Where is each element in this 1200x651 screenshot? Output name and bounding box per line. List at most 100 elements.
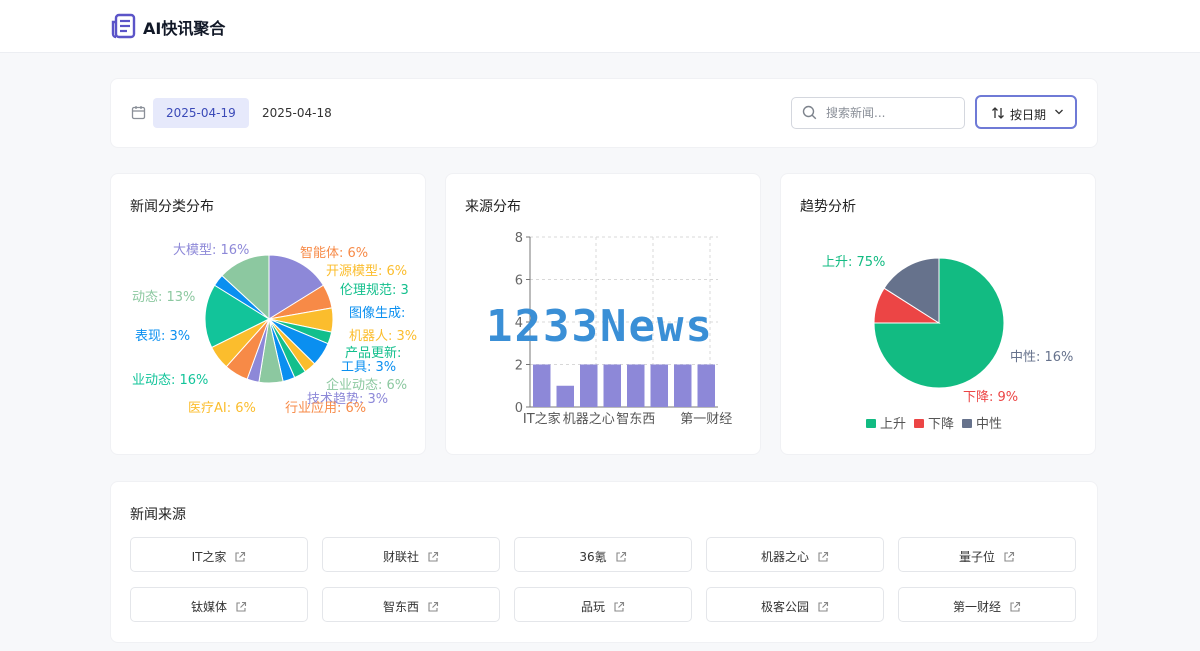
- trend-pie-label: 上升: 75%: [822, 255, 885, 270]
- source-bar: [603, 364, 621, 407]
- trend-panel: 趋势分析 上升: 75% 下降: 9% 中性: 16% 上升 下降 中性: [780, 173, 1096, 455]
- category-pie-label: 机器人: 3%: [349, 329, 417, 344]
- source-link-row: 钛媒体: [131, 598, 307, 615]
- source-link-button[interactable]: 量子位: [898, 537, 1076, 572]
- sort-arrows-icon: [992, 107, 1004, 119]
- source-link-button[interactable]: 财联社: [322, 537, 500, 572]
- category-pie-label: 工具: 3%: [341, 360, 396, 375]
- y-tick-label: 2: [515, 359, 523, 374]
- source-link-label: 财联社: [382, 550, 419, 564]
- source-link-label: 钛媒体: [190, 600, 227, 614]
- y-tick-label: 0: [515, 401, 523, 416]
- sort-dropdown-button[interactable]: 按日期: [975, 95, 1077, 129]
- y-tick-label: 8: [515, 231, 523, 246]
- source-link-button[interactable]: 机器之心: [706, 537, 884, 572]
- source-link-label: 智东西: [382, 600, 419, 614]
- source-bar: [697, 364, 715, 407]
- category-pie-label: 医疗AI: 6%: [188, 401, 256, 416]
- calendar-icon: [131, 106, 146, 120]
- search-input[interactable]: [824, 98, 958, 128]
- sort-label: 按日期: [1010, 108, 1047, 122]
- source-bar: [580, 364, 598, 407]
- category-pie-label: 产品更新:: [345, 345, 401, 361]
- legend-label: 中性: [976, 417, 1002, 432]
- category-pie-label: 企业动态: 6%: [326, 377, 407, 393]
- trend-pie-chart: 上升: 75% 下降: 9% 中性: 16% 上升 下降 中性: [822, 255, 1073, 432]
- category-pie-label: 智能体: 6%: [300, 246, 368, 261]
- source-bar: [674, 364, 692, 407]
- source-link-label: 机器之心: [760, 550, 809, 564]
- source-link-row: 财联社: [323, 548, 499, 565]
- source-bar: [627, 364, 645, 407]
- trend-pie-label: 下降: 9%: [963, 390, 1018, 405]
- legend-label: 上升: [880, 417, 906, 432]
- search-box[interactable]: [791, 97, 965, 129]
- date-tab[interactable]: 2025-04-18: [249, 98, 345, 128]
- legend-label: 下降: [928, 417, 954, 432]
- external-link-icon: [818, 551, 829, 562]
- source-link-label: 36氪: [579, 550, 607, 564]
- source-link-row: 机器之心: [707, 548, 883, 565]
- external-link-icon: [235, 551, 246, 562]
- category-pie-label: 动态: 13%: [132, 290, 195, 305]
- external-link-icon: [428, 551, 439, 562]
- watermark: 1233News: [486, 301, 714, 352]
- source-bar: [533, 364, 551, 407]
- toolbar-card: 2025-04-19 2025-04-18 按日期: [110, 78, 1098, 148]
- source-link-row: 量子位: [899, 548, 1075, 565]
- x-tick-label: 第一财经: [680, 412, 732, 427]
- source-bar: [650, 364, 668, 407]
- source-link-button[interactable]: 36氪: [514, 537, 692, 572]
- category-pie-label: 业动态: 16%: [132, 373, 208, 388]
- category-pie-label: 图像生成:: [349, 306, 405, 321]
- x-tick-label: 机器之心: [563, 412, 615, 427]
- news-sources-card: 新闻来源 IT之家 财联社 36氪 机器之心 量子位钛媒体 智东西 品玩 极客公园 第一财经: [110, 481, 1098, 643]
- chevron-down-icon: [1055, 109, 1063, 115]
- source-link-label: 品玩: [580, 600, 605, 614]
- external-link-icon: [614, 601, 625, 612]
- external-link-icon: [428, 601, 439, 612]
- category-panel: 新闻分类分布 大模型: 16% 智能体: 6% 开源模型: 6% 伦理规范: 3 图像生…: [110, 173, 426, 455]
- category-pie-label: 伦理规范: 3: [340, 283, 409, 298]
- source-link-row: 智东西: [323, 598, 499, 615]
- app-title: AI快讯聚合: [143, 19, 226, 38]
- external-link-icon: [236, 601, 247, 612]
- category-pie-chart: 大模型: 16% 智能体: 6% 开源模型: 6% 伦理规范: 3 图像生成: 机器人: …: [132, 243, 417, 416]
- x-tick-label: IT之家: [523, 411, 561, 427]
- search-icon: [802, 105, 817, 120]
- source-link-row: 极客公园: [707, 598, 883, 615]
- x-tick-label: 智东西: [616, 412, 655, 427]
- legend-swatch: [914, 419, 924, 428]
- top-bar: AI快讯聚合: [0, 0, 1200, 53]
- external-link-icon: [1010, 601, 1021, 612]
- source-link-label: 第一财经: [952, 600, 1001, 614]
- source-link-row: 品玩: [515, 598, 691, 615]
- news-sources-title: 新闻来源: [130, 507, 186, 523]
- external-link-icon: [616, 551, 626, 562]
- category-pie-label: 行业应用: 6%: [285, 400, 366, 416]
- source-link-row: 第一财经: [899, 598, 1075, 615]
- newspaper-icon: [111, 13, 136, 39]
- external-link-icon: [818, 601, 829, 612]
- source-link-label: IT之家: [191, 550, 227, 564]
- y-tick-label: 6: [515, 274, 523, 289]
- source-link-row: 36氪: [515, 548, 691, 565]
- category-pie-label: 开源模型: 6%: [326, 264, 407, 279]
- source-bar: [556, 385, 574, 407]
- source-link-button[interactable]: 钛媒体: [130, 587, 308, 622]
- source-link-row: IT之家: [131, 548, 307, 565]
- source-link-button[interactable]: 极客公园: [706, 587, 884, 622]
- legend-swatch: [866, 419, 876, 428]
- external-link-icon: [1004, 551, 1015, 562]
- legend-swatch: [962, 419, 972, 428]
- date-tab-selected[interactable]: 2025-04-19: [153, 98, 249, 128]
- source-link-label: 量子位: [958, 550, 995, 564]
- source-link-button[interactable]: 第一财经: [898, 587, 1076, 622]
- source-link-button[interactable]: 品玩: [514, 587, 692, 622]
- trend-pie-label: 中性: 16%: [1010, 350, 1073, 365]
- source-link-label: 极客公园: [760, 600, 809, 614]
- source-link-button[interactable]: 智东西: [322, 587, 500, 622]
- category-pie-label: 表现: 3%: [135, 329, 190, 344]
- category-pie-label: 大模型: 16%: [173, 243, 249, 258]
- source-link-button[interactable]: IT之家: [130, 537, 308, 572]
